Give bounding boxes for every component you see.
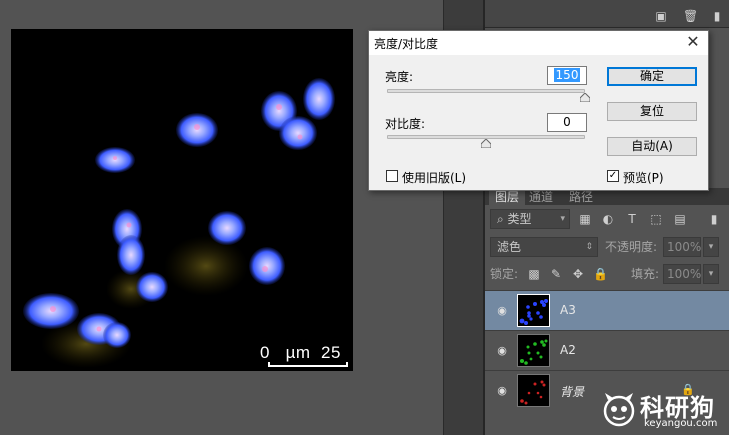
scale-bar bbox=[268, 362, 348, 367]
dialog-title-bar[interactable]: 亮度/对比度 ✕ bbox=[369, 31, 708, 55]
dialog-title: 亮度/对比度 bbox=[374, 37, 439, 51]
eye-icon[interactable]: ◉ bbox=[495, 344, 509, 358]
search-icon: ⌕ bbox=[497, 212, 508, 226]
cell-image-graphic bbox=[23, 78, 335, 368]
chevron-updown-icon: ⇕ bbox=[585, 242, 593, 252]
brightness-slider-thumb[interactable] bbox=[580, 93, 590, 102]
eye-icon[interactable]: ◉ bbox=[495, 384, 509, 398]
fill-label: 填充: bbox=[631, 267, 660, 281]
cell-nucleoli bbox=[50, 104, 303, 332]
layer-thumbnail bbox=[517, 374, 550, 407]
layer-name[interactable]: A2 bbox=[560, 343, 576, 357]
top-panel-footer: ▣ 🗑 ▮ bbox=[485, 0, 729, 28]
opacity-input[interactable]: 100% bbox=[663, 237, 701, 257]
brightness-label: 亮度: bbox=[385, 70, 414, 84]
tab-channels[interactable]: 通道 bbox=[529, 190, 553, 205]
opacity-label: 不透明度: bbox=[605, 240, 658, 254]
brightness-input[interactable]: 150 bbox=[547, 66, 587, 85]
contrast-input[interactable]: 0 bbox=[547, 113, 587, 132]
auto-button[interactable]: 自动(A) bbox=[607, 137, 697, 156]
lock-row: 锁定: ▩ ✎ ✥ 🔒 填充: 100% ▾ bbox=[485, 262, 729, 286]
lock-position-icon[interactable]: ✥ bbox=[571, 267, 585, 281]
legacy-checkbox[interactable] bbox=[386, 170, 398, 182]
layer-row-a3[interactable]: ◉ A3 bbox=[485, 290, 729, 330]
preview-checkbox[interactable]: ✓ bbox=[607, 170, 619, 182]
contrast-slider-thumb[interactable] bbox=[481, 139, 491, 148]
layer-name[interactable]: 背景 bbox=[560, 383, 584, 400]
contrast-label: 对比度: bbox=[385, 117, 426, 131]
ok-button[interactable]: 确定 bbox=[607, 67, 697, 86]
lock-label: 锁定: bbox=[490, 267, 519, 281]
scroll-handle-icon[interactable]: ▮ bbox=[711, 10, 723, 22]
scale-bar-label: 0 µm 25 bbox=[260, 343, 341, 362]
fill-input[interactable]: 100% bbox=[663, 264, 701, 284]
layer-filter-row: ⌕ 类型 ▾ ▦ ◐ T ⬚ ▤ ▮ bbox=[485, 207, 729, 231]
watermark: 科研狗 keyangou.com bbox=[600, 388, 728, 433]
reset-button[interactable]: 复位 bbox=[607, 102, 697, 121]
brightness-contrast-dialog: 亮度/对比度 ✕ 亮度: 150 对比度: 0 确定 复位 自动(A) 使用旧版… bbox=[368, 30, 709, 191]
pixel-layer-filter-icon[interactable]: ▦ bbox=[578, 212, 592, 226]
layer-filter-kind-select[interactable]: ⌕ 类型 ▾ bbox=[490, 209, 570, 229]
layer-thumbnail bbox=[517, 334, 550, 367]
dog-logo-icon bbox=[603, 393, 635, 427]
lock-image-pixels-icon[interactable]: ✎ bbox=[549, 267, 563, 281]
smart-object-filter-icon[interactable]: ▤ bbox=[673, 212, 687, 226]
blend-mode-select[interactable]: 滤色 ⇕ bbox=[490, 237, 598, 257]
adjustment-layer-filter-icon[interactable]: ◐ bbox=[601, 212, 615, 226]
tab-paths[interactable]: 路径 bbox=[569, 190, 593, 205]
filter-toggle-icon[interactable]: ▮ bbox=[707, 212, 721, 226]
new-item-icon[interactable]: ▣ bbox=[655, 10, 667, 22]
filter-kind-label: 类型 bbox=[507, 212, 532, 226]
opacity-dropdown-icon[interactable]: ▾ bbox=[703, 237, 719, 257]
lock-all-icon[interactable]: 🔒 bbox=[593, 267, 608, 281]
lock-transparency-icon[interactable]: ▩ bbox=[527, 267, 541, 281]
microscopy-image[interactable]: 0 µm 25 bbox=[11, 29, 353, 371]
brightness-value: 150 bbox=[553, 68, 581, 82]
watermark-url: keyangou.com bbox=[644, 418, 718, 429]
preview-label[interactable]: 预览(P) bbox=[623, 169, 664, 186]
cell-nuclei bbox=[23, 78, 335, 348]
shape-layer-filter-icon[interactable]: ⬚ bbox=[649, 212, 663, 226]
text-layer-filter-icon[interactable]: T bbox=[625, 212, 639, 226]
trash-icon[interactable]: 🗑 bbox=[683, 10, 698, 22]
blend-mode-value: 滤色 bbox=[497, 240, 522, 254]
chevron-down-icon: ▾ bbox=[560, 214, 565, 224]
fill-dropdown-icon[interactable]: ▾ bbox=[703, 264, 719, 284]
tab-layers[interactable]: 图层 bbox=[489, 190, 526, 205]
layer-thumbnail bbox=[517, 294, 550, 327]
close-icon[interactable]: ✕ bbox=[684, 33, 702, 51]
contrast-value: 0 bbox=[563, 115, 571, 129]
legacy-label[interactable]: 使用旧版(L) bbox=[402, 169, 466, 186]
blend-row: 滤色 ⇕ 不透明度: 100% ▾ bbox=[485, 235, 729, 259]
layer-name[interactable]: A3 bbox=[560, 303, 576, 317]
eye-icon[interactable]: ◉ bbox=[495, 304, 509, 318]
brightness-slider-track[interactable] bbox=[387, 89, 585, 93]
layer-row-a2[interactable]: ◉ A2 bbox=[485, 330, 729, 370]
